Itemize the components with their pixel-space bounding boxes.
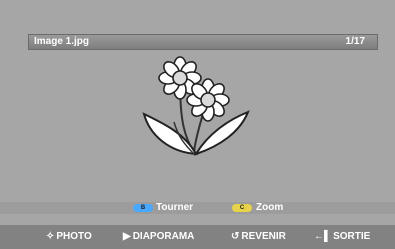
- slideshow-button[interactable]: ▶ DIAPORAMA: [123, 225, 194, 249]
- exit-button[interactable]: ←▌ SORTIE: [314, 225, 370, 249]
- zoom-button[interactable]: Zoom: [256, 202, 283, 214]
- file-name: Image 1.jpg: [34, 36, 90, 47]
- flower-image: [142, 56, 250, 156]
- yellow-key-icon: C: [232, 204, 252, 212]
- rotate-button[interactable]: Tourner: [156, 202, 193, 214]
- blue-key-icon: B: [133, 204, 153, 212]
- photo-nav-button[interactable]: ✧ PHOTO: [46, 225, 92, 249]
- dpad-icon: ✧: [46, 231, 55, 242]
- back-button[interactable]: ↺ REVENIR: [231, 225, 286, 249]
- action-bar: B Tourner C Zoom: [0, 202, 395, 214]
- navigation-bar: ✧ PHOTO ▶ DIAPORAMA ↺ REVENIR ←▌ SORTIE: [0, 225, 395, 249]
- return-icon: ↺: [231, 231, 240, 242]
- play-icon: ▶: [123, 231, 131, 242]
- image-counter: 1/17: [345, 36, 365, 47]
- exit-icon: ←▌: [314, 231, 332, 242]
